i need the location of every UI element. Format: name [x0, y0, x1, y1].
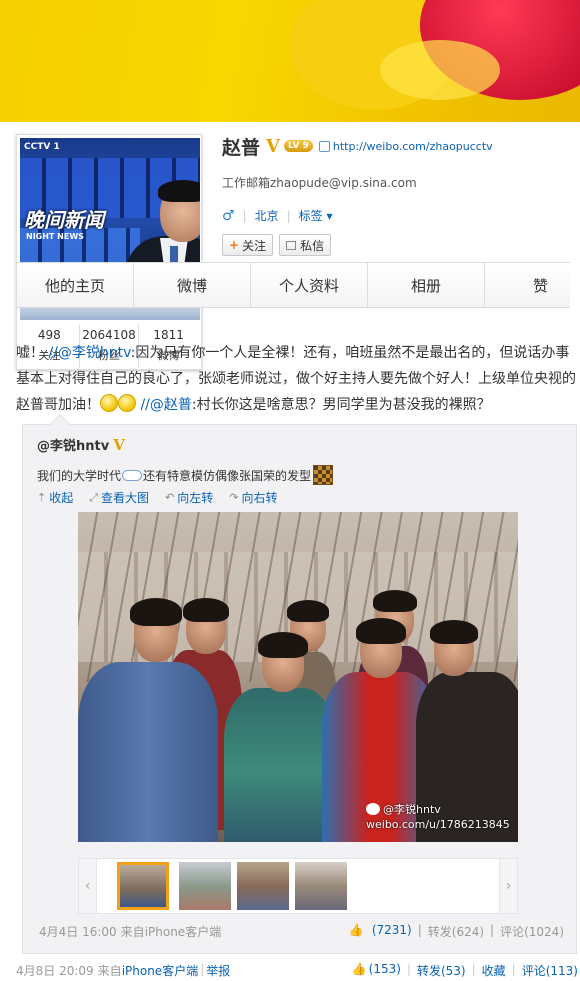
next-thumb-button[interactable]: › — [499, 859, 517, 913]
rotate-right-icon: ↷ — [229, 491, 239, 504]
watermark-user: @李锐hntv — [383, 803, 441, 816]
tab-profile[interactable]: 个人资料 — [250, 262, 367, 308]
avatar-logo-sub: NIGHT NEWS — [26, 232, 84, 241]
photo-thumbnail-strip: ‹ › — [78, 858, 518, 914]
avatar-channel-text: CCTV 1 — [24, 142, 60, 152]
post-source-app[interactable]: iPhone客户端 — [122, 964, 199, 978]
post-comment-button[interactable]: 评论(113) — [522, 962, 578, 979]
thumbnail[interactable] — [117, 862, 169, 910]
rotate-right-button[interactable]: ↷ 向右转 — [229, 489, 277, 506]
cover-banner — [0, 0, 580, 122]
collapse-icon: ⇡ — [37, 491, 47, 504]
smile-emoji-icon — [118, 394, 136, 412]
repost-author-link[interactable]: @李锐hntv — [37, 435, 109, 454]
image-actions: ⇡ 收起 ⤢ 查看大图 ↶ 向左转 ↷ 向右转 — [37, 489, 294, 506]
email-line: 工作邮箱zhaopude@vip.sina.com — [222, 176, 417, 190]
tab-album[interactable]: 相册 — [367, 262, 484, 308]
enlarge-icon: ⤢ — [89, 490, 99, 504]
collapse-label: 收起 — [49, 491, 74, 505]
post-text-3: :村长你这是啥意思？男同学里为甚没我的裸照？ — [191, 397, 491, 413]
city-link[interactable]: 北京 — [255, 207, 279, 224]
repost-text: 我们的大学时代 还有特意模仿偶像张国荣的发型 — [37, 465, 334, 485]
profile-header: CCTV 1 晚间新闻 NIGHT NEWS 498 关注 2064108 粉丝… — [0, 122, 580, 370]
verified-v-icon[interactable]: V — [113, 436, 125, 454]
plus-icon: + — [229, 238, 240, 252]
rotate-left-button[interactable]: ↶ 向左转 — [165, 489, 213, 506]
repost-footer: 4月4日 16:00 来自iPhone客户端 👍 (7231) | 转发(624)… — [39, 923, 564, 940]
thumbs-up-icon: 👍 — [348, 923, 364, 937]
report-button[interactable]: 举报 — [206, 962, 230, 979]
post-like-count: (153) — [368, 962, 401, 976]
tags-label: 标签 — [298, 209, 323, 223]
post-like-button[interactable]: 👍 (153) — [352, 962, 401, 979]
repost-comment-button[interactable]: 评论(1024) — [500, 923, 564, 940]
profile-info: 赵普 V LV 9 http://weibo.com/zhaopucctv 工作… — [222, 130, 493, 256]
avatar-card: CCTV 1 晚间新闻 NIGHT NEWS 498 关注 2064108 粉丝… — [16, 134, 202, 370]
weibo-logo-icon — [366, 803, 380, 815]
chevron-left-icon: ‹ — [84, 878, 91, 894]
repost-text-b: 还有特意模仿偶像张国荣的发型 — [143, 468, 312, 483]
view-large-label: 查看大图 — [101, 491, 150, 505]
post-time[interactable]: 4月8日 20:09 — [16, 962, 94, 979]
smile-emoji-icon — [100, 394, 118, 412]
message-button[interactable]: 私信 — [279, 234, 332, 256]
rotate-left-label: 向左转 — [177, 491, 214, 505]
follow-label: 关注 — [242, 238, 267, 253]
view-large-button[interactable]: ⤢ 查看大图 — [89, 489, 149, 506]
repost-source-prefix: 来自 — [120, 925, 145, 939]
chevron-right-icon: › — [505, 878, 512, 894]
watermark-url: weibo.com/u/1786213845 — [366, 818, 510, 831]
level-badge[interactable]: LV 9 — [283, 140, 313, 152]
mention-link-lirui[interactable]: //@李锐hntv — [48, 345, 130, 361]
tab-home[interactable]: 他的主页 — [16, 262, 133, 308]
photo-watermark: @李锐hntv weibo.com/u/1786213845 — [366, 802, 510, 832]
caret-down-icon: ▾ — [326, 209, 333, 223]
follow-button[interactable]: + 关注 — [222, 234, 274, 256]
envelope-icon — [286, 240, 297, 250]
post-text: 嘘！ //@李锐hntv:因为只有你一个人是全裸！还有，咱班虽然不是最出名的，但… — [16, 340, 576, 418]
repost-repost-button[interactable]: 转发(624) — [428, 923, 484, 940]
post-body: 嘘！ //@李锐hntv:因为只有你一个人是全裸！还有，咱班虽然不是最出名的，但… — [16, 340, 576, 418]
reposted-weibo: @李锐hntv V 我们的大学时代 还有特意模仿偶像张国荣的发型 ⇡ 收起 ⤢ 查看大… — [22, 414, 577, 954]
collapse-button[interactable]: ⇡ 收起 — [37, 489, 73, 506]
rotate-right-label: 向右转 — [241, 491, 278, 505]
homepage-link[interactable]: http://weibo.com/zhaopucctv — [333, 140, 493, 153]
post-source-prefix: 来自 — [97, 964, 122, 978]
repost-source-app[interactable]: iPhone客户端 — [145, 925, 222, 939]
face-emoji-icon — [313, 465, 334, 485]
prev-thumb-button[interactable]: ‹ — [79, 859, 97, 913]
post-text-1: 嘘！ — [16, 345, 44, 361]
home-link-icon — [318, 140, 330, 152]
post-repost-button[interactable]: 转发(53) — [417, 962, 466, 979]
tab-weibo[interactable]: 微博 — [133, 262, 250, 308]
repost-like-count: (7231) — [371, 923, 412, 937]
thumbnail[interactable] — [179, 862, 231, 910]
repost-time[interactable]: 4月4日 16:00 — [39, 923, 117, 940]
rotate-left-icon: ↶ — [165, 491, 175, 504]
repost-photo[interactable]: @李锐hntv weibo.com/u/1786213845 — [78, 512, 518, 842]
profile-name: 赵普 — [222, 136, 261, 159]
male-gender-icon: ♂ — [222, 207, 235, 224]
tab-likes[interactable]: 赞 — [484, 262, 570, 308]
avatar-logo-text: 晚间新闻 — [24, 208, 104, 232]
mention-link-zhaopu[interactable]: //@赵普 — [140, 397, 191, 413]
cloud-emoji-icon — [122, 469, 143, 481]
tags-dropdown[interactable]: 标签 ▾ — [299, 207, 333, 224]
post-footer: 4月8日 20:09 来自iPhone客户端 | 举报 👍 (153) | 转发(… — [16, 962, 578, 979]
thumbs-up-icon: 👍 — [351, 962, 367, 976]
repost-text-a: 我们的大学时代 — [37, 468, 122, 483]
thumbnail[interactable] — [237, 862, 289, 910]
profile-tabs: 他的主页 微博 个人资料 相册 赞 — [16, 262, 580, 308]
post-favorite-button[interactable]: 收藏 — [482, 962, 506, 979]
repost-like-button[interactable]: 👍 (7231) — [343, 923, 412, 940]
thumbnail[interactable] — [295, 862, 347, 910]
verified-v-icon[interactable]: V — [266, 136, 280, 157]
message-label: 私信 — [300, 238, 325, 253]
